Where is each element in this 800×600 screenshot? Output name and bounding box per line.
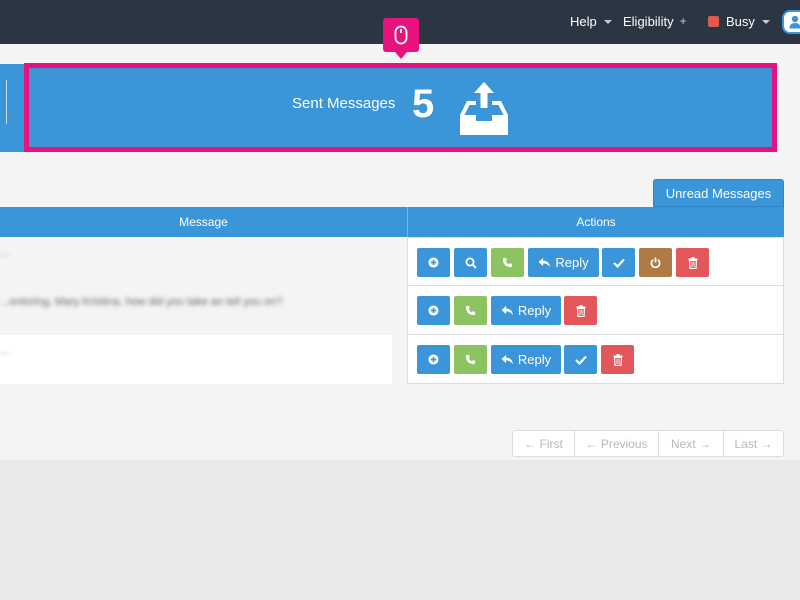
plus-icon: +	[679, 14, 687, 28]
marker-pointer	[395, 52, 407, 59]
add-button[interactable]	[417, 296, 450, 325]
next-page-button[interactable]: Next →	[659, 431, 724, 456]
message-cell[interactable]: ...	[0, 335, 392, 384]
message-text: ...ontoring, Mary Kristina, how did you …	[0, 296, 283, 308]
reply-icon	[501, 354, 513, 365]
table-row: ... Reply	[0, 335, 784, 384]
trash-icon	[688, 256, 697, 269]
reply-label: Reply	[517, 352, 552, 367]
banner-side-panel	[0, 64, 24, 152]
plus-circle-icon	[428, 354, 439, 365]
first-page-button[interactable]: ← First	[513, 431, 575, 456]
actions-cell: Reply	[407, 286, 784, 335]
reply-button[interactable]: Reply	[491, 296, 561, 325]
actions-cell: Reply	[407, 335, 784, 384]
help-label: Help	[570, 13, 597, 29]
sent-count: 5	[412, 82, 435, 126]
eligibility-menu[interactable]: Eligibility +	[623, 12, 687, 30]
reply-label: Reply	[517, 303, 552, 318]
chevron-down-icon	[603, 20, 612, 24]
plus-circle-icon	[428, 257, 439, 268]
table-row: ... Reply	[0, 237, 784, 286]
table-row: ...ontoring, Mary Kristina, how did you …	[0, 286, 784, 335]
column-header-message: Message	[179, 215, 228, 229]
last-page-button[interactable]: Last →	[724, 431, 783, 456]
help-menu[interactable]: Help	[570, 12, 612, 30]
message-cell[interactable]: ...	[0, 237, 392, 286]
chevron-down-icon	[761, 20, 770, 24]
delete-button[interactable]	[676, 248, 709, 277]
add-button[interactable]	[417, 248, 450, 277]
search-button[interactable]	[454, 248, 487, 277]
sent-messages-banner[interactable]: Sent Messages 5	[24, 63, 777, 152]
message-text: ...	[0, 345, 10, 357]
mark-done-button[interactable]	[602, 248, 635, 277]
power-icon	[650, 257, 661, 268]
table-header: Message Actions	[0, 207, 784, 237]
delete-button[interactable]	[601, 345, 634, 374]
search-icon	[465, 257, 477, 269]
message-cell[interactable]: ...ontoring, Mary Kristina, how did you …	[0, 286, 392, 335]
reply-button[interactable]: Reply	[491, 345, 561, 374]
divider	[6, 80, 7, 124]
eligibility-label: Eligibility	[623, 13, 674, 29]
phone-icon	[465, 305, 476, 316]
status-label: Busy	[726, 13, 755, 29]
mark-done-button[interactable]	[564, 345, 597, 374]
reply-button[interactable]: Reply	[528, 248, 599, 277]
check-icon	[574, 355, 587, 365]
status-indicator	[708, 15, 719, 27]
user-icon	[789, 15, 800, 29]
column-header-actions: Actions	[576, 215, 616, 229]
trash-icon	[576, 304, 585, 317]
reply-icon	[538, 257, 551, 268]
reply-icon	[501, 305, 513, 316]
previous-page-button[interactable]: ← Previous	[575, 431, 659, 456]
actions-cell: Reply	[407, 237, 784, 286]
power-button[interactable]	[639, 248, 672, 277]
call-button[interactable]	[454, 296, 487, 325]
phone-icon	[465, 354, 476, 365]
status-menu[interactable]: Busy	[708, 12, 770, 30]
pagination: ← First ← Previous Next → Last →	[512, 430, 784, 457]
check-icon	[612, 258, 625, 268]
outbox-upload-icon	[460, 82, 508, 135]
delete-button[interactable]	[564, 296, 597, 325]
message-text: ...	[0, 247, 10, 259]
user-avatar[interactable]	[782, 10, 800, 34]
call-button[interactable]	[454, 345, 487, 374]
banner-title: Sent Messages	[292, 95, 396, 112]
phone-icon	[502, 257, 513, 268]
unread-messages-tab[interactable]: Unread Messages	[653, 179, 784, 207]
plus-circle-icon	[428, 305, 439, 316]
highlight-marker	[383, 18, 419, 52]
reply-label: Reply	[555, 255, 589, 270]
mouse-icon	[394, 25, 408, 45]
trash-icon	[613, 353, 622, 366]
call-button[interactable]	[491, 248, 524, 277]
add-button[interactable]	[417, 345, 450, 374]
